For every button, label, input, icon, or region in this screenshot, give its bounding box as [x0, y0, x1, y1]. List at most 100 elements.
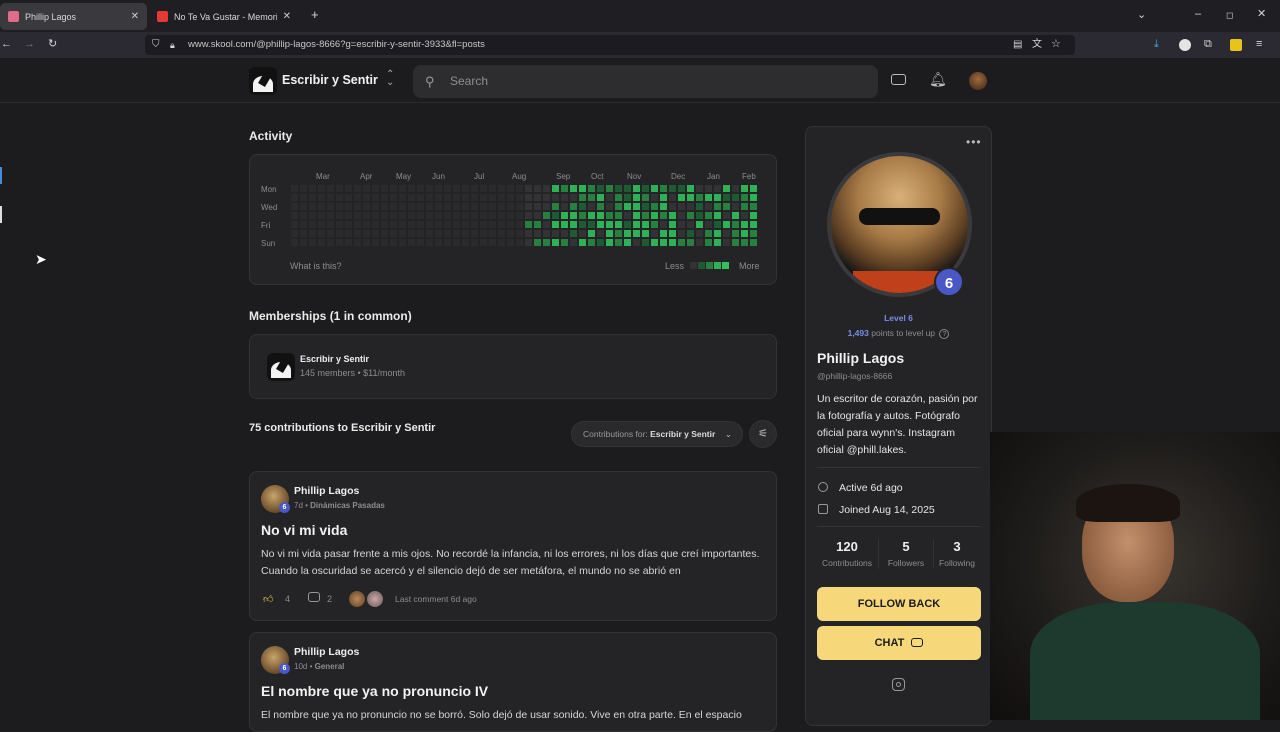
- activity-cell[interactable]: [642, 194, 649, 201]
- activity-cell[interactable]: [327, 239, 334, 246]
- activity-cell[interactable]: [417, 212, 424, 219]
- activity-cell[interactable]: [651, 194, 658, 201]
- activity-cell[interactable]: [516, 221, 523, 228]
- activity-cell[interactable]: [408, 185, 415, 192]
- activity-cell[interactable]: [525, 194, 532, 201]
- activity-cell[interactable]: [651, 239, 658, 246]
- activity-cell[interactable]: [741, 185, 748, 192]
- activity-cell[interactable]: [291, 203, 298, 210]
- activity-cell[interactable]: [615, 185, 622, 192]
- activity-cell[interactable]: [309, 203, 316, 210]
- activity-cell[interactable]: [642, 203, 649, 210]
- activity-cell[interactable]: [453, 203, 460, 210]
- activity-cell[interactable]: [480, 212, 487, 219]
- activity-cell[interactable]: [390, 194, 397, 201]
- activity-cell[interactable]: [363, 221, 370, 228]
- activity-cell[interactable]: [579, 203, 586, 210]
- bell-icon[interactable]: 🔔︎: [929, 71, 947, 88]
- activity-cell[interactable]: [651, 203, 658, 210]
- minimize-icon[interactable]: –: [1195, 8, 1201, 20]
- activity-cell[interactable]: [444, 212, 451, 219]
- activity-cell[interactable]: [399, 203, 406, 210]
- activity-cell[interactable]: [327, 221, 334, 228]
- activity-cell[interactable]: [390, 239, 397, 246]
- activity-cell[interactable]: [291, 239, 298, 246]
- activity-cell[interactable]: [714, 203, 721, 210]
- activity-cell[interactable]: [507, 230, 514, 237]
- activity-cell[interactable]: [705, 221, 712, 228]
- activity-cell[interactable]: [480, 203, 487, 210]
- activity-cell[interactable]: [291, 185, 298, 192]
- activity-cell[interactable]: [372, 230, 379, 237]
- extension-icon[interactable]: [1179, 39, 1191, 51]
- activity-cell[interactable]: [516, 212, 523, 219]
- activity-cell[interactable]: [570, 203, 577, 210]
- activity-cell[interactable]: [336, 212, 343, 219]
- activity-cell[interactable]: [354, 221, 361, 228]
- activity-cell[interactable]: [381, 221, 388, 228]
- activity-cell[interactable]: [453, 239, 460, 246]
- activity-cell[interactable]: [399, 194, 406, 201]
- activity-cell[interactable]: [750, 212, 757, 219]
- activity-cell[interactable]: [705, 203, 712, 210]
- activity-cell[interactable]: [525, 185, 532, 192]
- activity-cell[interactable]: [399, 221, 406, 228]
- activity-cell[interactable]: [318, 221, 325, 228]
- activity-cell[interactable]: [417, 203, 424, 210]
- activity-cell[interactable]: [588, 221, 595, 228]
- reload-icon[interactable]: ↻: [48, 38, 57, 50]
- activity-cell[interactable]: [336, 185, 343, 192]
- activity-cell[interactable]: [354, 212, 361, 219]
- activity-cell[interactable]: [687, 185, 694, 192]
- activity-cell[interactable]: [579, 221, 586, 228]
- activity-cell[interactable]: [444, 230, 451, 237]
- activity-cell[interactable]: [552, 194, 559, 201]
- activity-cell[interactable]: [462, 230, 469, 237]
- activity-cell[interactable]: [489, 212, 496, 219]
- activity-cell[interactable]: [381, 203, 388, 210]
- activity-cell[interactable]: [444, 239, 451, 246]
- activity-cell[interactable]: [363, 239, 370, 246]
- activity-cell[interactable]: [570, 230, 577, 237]
- activity-cell[interactable]: [669, 221, 676, 228]
- activity-cell[interactable]: [624, 221, 631, 228]
- activity-cell[interactable]: [597, 212, 604, 219]
- activity-cell[interactable]: [687, 194, 694, 201]
- activity-cell[interactable]: [579, 239, 586, 246]
- activity-cell[interactable]: [606, 239, 613, 246]
- activity-cell[interactable]: [426, 221, 433, 228]
- activity-cell[interactable]: [552, 203, 559, 210]
- activity-cell[interactable]: [732, 221, 739, 228]
- activity-cell[interactable]: [381, 185, 388, 192]
- activity-cell[interactable]: [372, 221, 379, 228]
- activity-cell[interactable]: [750, 203, 757, 210]
- activity-cell[interactable]: [741, 221, 748, 228]
- activity-cell[interactable]: [588, 203, 595, 210]
- activity-cell[interactable]: [696, 212, 703, 219]
- activity-cell[interactable]: [687, 212, 694, 219]
- activity-cell[interactable]: [588, 185, 595, 192]
- activity-cell[interactable]: [660, 230, 667, 237]
- activity-cell[interactable]: [417, 230, 424, 237]
- maximize-icon[interactable]: ◻: [1226, 9, 1233, 21]
- user-avatar[interactable]: [969, 72, 987, 90]
- activity-cell[interactable]: [732, 239, 739, 246]
- activity-cell[interactable]: [534, 230, 541, 237]
- lock-icon[interactable]: 🔒︎: [170, 39, 175, 51]
- activity-cell[interactable]: [453, 221, 460, 228]
- activity-cell[interactable]: [660, 239, 667, 246]
- activity-cell[interactable]: [642, 221, 649, 228]
- chat-icon[interactable]: [891, 74, 906, 85]
- activity-cell[interactable]: [300, 185, 307, 192]
- activity-cell[interactable]: [498, 239, 505, 246]
- activity-cell[interactable]: [507, 212, 514, 219]
- extension-badge-icon[interactable]: [1230, 39, 1242, 51]
- activity-cell[interactable]: [300, 212, 307, 219]
- activity-cell[interactable]: [660, 203, 667, 210]
- activity-cell[interactable]: [426, 239, 433, 246]
- activity-cell[interactable]: [462, 194, 469, 201]
- activity-cell[interactable]: [543, 239, 550, 246]
- activity-cell[interactable]: [525, 239, 532, 246]
- activity-cell[interactable]: [309, 239, 316, 246]
- activity-cell[interactable]: [408, 221, 415, 228]
